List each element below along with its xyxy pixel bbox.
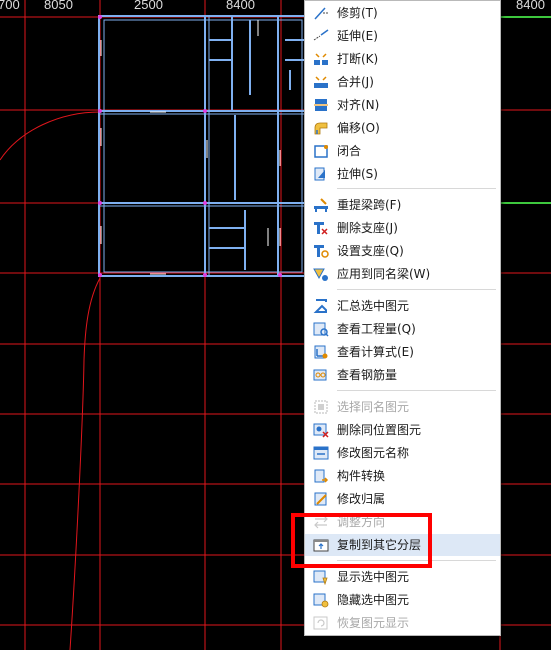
menu-item-label: 应用到同名梁(W) [337, 267, 431, 281]
menu-item-label: 查看钢筋量 [337, 368, 398, 382]
close-shape-icon [314, 145, 328, 158]
wall-elements[interactable] [98, 15, 306, 277]
menu-item-label: 显示选中图元 [337, 570, 410, 584]
highlight-annotation-box [291, 513, 432, 568]
menu-item-delete-support[interactable]: 删除支座(J) [305, 217, 500, 239]
menu-item-offset[interactable]: 偏移(O) [305, 117, 500, 139]
apply-same-beam-icon [313, 268, 328, 281]
beam-span-icon [314, 198, 328, 212]
menu-item-restore-display: 恢复图元显示 [305, 612, 500, 634]
menu-item-rename-element[interactable]: 修改图元名称 [305, 442, 500, 464]
ruler-label: 8400 [226, 0, 255, 12]
wall-nodes [98, 15, 282, 277]
menu-item-label: 重提梁跨(F) [337, 198, 402, 212]
rename-element-icon [313, 446, 329, 460]
beam-elements[interactable] [499, 16, 551, 273]
delete-support-icon [314, 222, 328, 235]
set-support-icon [314, 245, 329, 258]
menu-item-summarize[interactable]: 汇总选中图元 [305, 295, 500, 317]
menu-item-extend[interactable]: 延伸(E) [305, 25, 500, 47]
extend-icon [313, 29, 329, 41]
menu-separator [337, 390, 496, 391]
menu-item-edit-ownership[interactable]: 修改归属 [305, 488, 500, 510]
menu-item-label: 偏移(O) [337, 121, 380, 135]
break-icon [314, 53, 328, 65]
align-icon [314, 99, 328, 111]
menu-item-hide-element[interactable]: 隐藏选中图元 [305, 589, 500, 611]
ruler-label: 8050 [44, 0, 73, 12]
menu-item-label: 查看工程量(Q) [337, 322, 416, 336]
menu-item-apply-same-beam[interactable]: 应用到同名梁(W) [305, 263, 500, 285]
menu-item-label: 构件转换 [337, 469, 386, 483]
sigma-icon [313, 299, 327, 313]
menu-separator [337, 188, 496, 189]
menu-item-select-same-name: 选择同名图元 [305, 396, 500, 418]
menu-item-label: 对齐(N) [337, 98, 380, 112]
menu-item-label: 汇总选中图元 [337, 299, 410, 313]
arc-lines [0, 111, 101, 650]
menu-item-close[interactable]: 闭合 [305, 140, 500, 162]
view-quantity-icon [313, 322, 329, 337]
ruler-label: 8400 [516, 0, 545, 12]
merge-icon [314, 76, 328, 88]
menu-item-view-rebar[interactable]: 查看钢筋量 [305, 364, 500, 386]
menu-item-label: 修剪(T) [337, 6, 378, 20]
delete-same-position-icon [313, 423, 329, 438]
menu-item-view-quantity[interactable]: 查看工程量(Q) [305, 318, 500, 340]
wall-markers [100, 20, 281, 275]
stretch-icon [314, 167, 325, 181]
menu-item-set-support[interactable]: 设置支座(Q) [305, 240, 500, 262]
edit-ownership-icon [314, 492, 327, 506]
menu-item-beam-span[interactable]: 重提梁跨(F) [305, 194, 500, 216]
view-rebar-icon [313, 369, 327, 381]
menu-item-label: 延伸(E) [337, 29, 378, 43]
menu-item-label: 查看计算式(E) [337, 345, 414, 359]
menu-item-label: 拉伸(S) [337, 167, 378, 181]
menu-item-view-formula[interactable]: 查看计算式(E) [305, 341, 500, 363]
menu-item-convert-component[interactable]: 构件转换 [305, 465, 500, 487]
offset-icon [314, 122, 328, 135]
menu-item-stretch[interactable]: 拉伸(S) [305, 163, 500, 185]
menu-item-label: 删除同位置图元 [337, 423, 422, 437]
menu-item-label: 选择同名图元 [337, 400, 410, 414]
menu-item-label: 隐藏选中图元 [337, 593, 410, 607]
menu-item-label: 删除支座(J) [337, 221, 398, 235]
menu-item-merge[interactable]: 合并(J) [305, 71, 500, 93]
menu-item-align[interactable]: 对齐(N) [305, 94, 500, 116]
ruler-label: 700 [0, 0, 20, 12]
menu-item-trim[interactable]: 修剪(T) [305, 2, 500, 24]
menu-item-label: 修改归属 [337, 492, 386, 506]
ruler-label: 2500 [134, 0, 163, 12]
menu-item-label: 恢复图元显示 [337, 616, 410, 630]
view-formula-icon [314, 345, 328, 359]
menu-item-break[interactable]: 打断(K) [305, 48, 500, 70]
show-element-icon [313, 570, 328, 585]
restore-display-icon [313, 616, 328, 630]
menu-separator [337, 289, 496, 290]
menu-item-label: 修改图元名称 [337, 446, 410, 460]
menu-item-label: 合并(J) [337, 75, 374, 89]
menu-item-delete-same-position[interactable]: 删除同位置图元 [305, 419, 500, 441]
trim-icon [314, 7, 328, 20]
menu-item-label: 打断(K) [337, 52, 379, 66]
menu-item-label: 设置支座(Q) [337, 244, 404, 258]
menu-item-label: 闭合 [337, 144, 362, 158]
convert-component-icon [314, 469, 329, 483]
menu-item-show-element[interactable]: 显示选中图元 [305, 566, 500, 588]
hide-element-icon [313, 593, 329, 608]
select-same-name-icon [314, 400, 328, 414]
